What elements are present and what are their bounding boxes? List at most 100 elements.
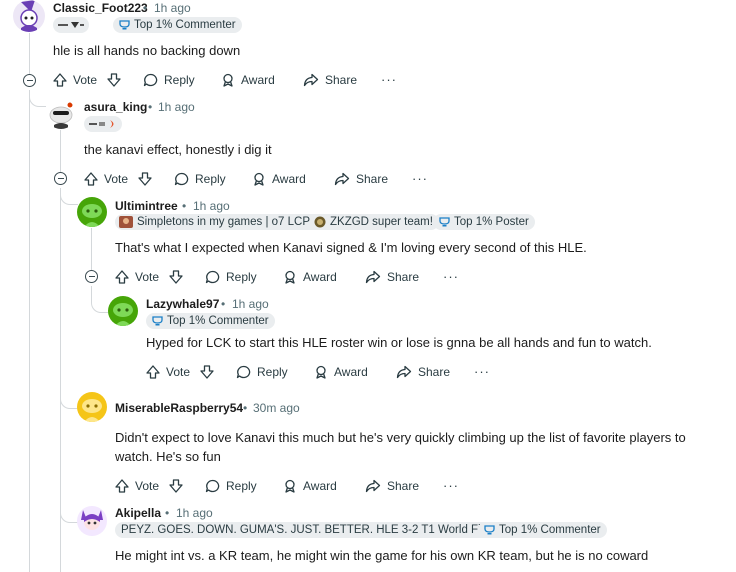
- comment-body: Hyped for LCK to start this HLE roster w…: [146, 335, 652, 350]
- username[interactable]: Lazywhale97: [146, 297, 219, 311]
- username[interactable]: asura_king: [84, 100, 147, 114]
- collapse-thread-button[interactable]: [54, 172, 67, 185]
- award-button[interactable]: Award: [283, 266, 337, 288]
- upvote-icon: [146, 365, 160, 379]
- thread-connector: [60, 300, 78, 409]
- award-icon: [254, 172, 264, 186]
- downvote-button[interactable]: [200, 361, 220, 383]
- reply-button[interactable]: Reply: [205, 475, 257, 497]
- wizard-avatar-icon: [20, 0, 38, 32]
- share-label: Share: [387, 479, 420, 493]
- team-logo-icon: [314, 216, 326, 228]
- thread-connector: [91, 286, 109, 313]
- award-label: Award: [241, 73, 275, 87]
- comment-body: That's what I expected when Kanavi signe…: [115, 240, 587, 255]
- share-button[interactable]: Share: [396, 361, 450, 383]
- flair-text: Simpletons in my games | o7 LCP: [137, 216, 311, 228]
- comment-body: Didn't expect to love Kanavi this much b…: [115, 430, 686, 464]
- separator-dot: •: [182, 199, 187, 213]
- more-options-button[interactable]: ···: [474, 364, 490, 379]
- collapse-thread-button[interactable]: [85, 270, 98, 283]
- award-icon: [285, 270, 295, 284]
- avatar[interactable]: [77, 506, 107, 536]
- upvote-button[interactable]: Vote: [115, 475, 159, 497]
- user-flair: Top 1% Commenter: [146, 313, 275, 329]
- comment-body: hle is all hands no backing down: [53, 43, 241, 58]
- separator-dot: •: [165, 506, 170, 520]
- more-options-button[interactable]: ···: [381, 72, 397, 87]
- anime-avatar-icon: [81, 510, 103, 530]
- champion-portrait-icon: [119, 216, 133, 228]
- downvote-button[interactable]: [138, 168, 158, 190]
- downvote-icon: [169, 479, 183, 493]
- comment-time[interactable]: 1h ago: [193, 199, 230, 213]
- award-button[interactable]: Award: [283, 475, 337, 497]
- upvote-button[interactable]: Vote: [84, 168, 128, 190]
- flair-text: Top 1% Commenter: [167, 315, 269, 327]
- share-button[interactable]: Share: [365, 475, 419, 497]
- thread-line[interactable]: [29, 90, 30, 572]
- downvote-button[interactable]: [169, 475, 189, 497]
- more-options-button[interactable]: ···: [443, 269, 459, 284]
- username[interactable]: Ultimintree: [115, 199, 178, 213]
- upvote-icon: [84, 172, 98, 186]
- share-icon: [396, 365, 412, 379]
- downvote-icon: [200, 365, 214, 379]
- share-label: Share: [356, 172, 389, 186]
- award-label: Award: [303, 270, 337, 284]
- thread-line[interactable]: [29, 33, 30, 75]
- share-button[interactable]: Share: [365, 266, 419, 288]
- share-icon: [334, 172, 350, 186]
- downvote-button[interactable]: [107, 69, 127, 91]
- team-logo-icon: [58, 22, 84, 28]
- avatar[interactable]: [77, 392, 107, 422]
- upvote-button[interactable]: Vote: [115, 266, 159, 288]
- username[interactable]: Classic_Foot223: [53, 1, 148, 15]
- share-button[interactable]: Share: [303, 69, 357, 91]
- thread-line[interactable]: [91, 228, 92, 270]
- thread-line[interactable]: [60, 130, 61, 172]
- reply-button[interactable]: Reply: [205, 266, 257, 288]
- vote-label: Vote: [135, 479, 160, 493]
- share-icon: [365, 270, 381, 284]
- award-button[interactable]: Award: [314, 361, 368, 383]
- username[interactable]: Akipella: [115, 506, 161, 520]
- upvote-button[interactable]: Vote: [53, 69, 97, 91]
- avatar[interactable]: [77, 197, 107, 227]
- comment-time[interactable]: 30m ago: [253, 401, 300, 415]
- avatar[interactable]: [108, 296, 138, 326]
- award-button[interactable]: Award: [221, 69, 275, 91]
- reply-button[interactable]: Reply: [143, 69, 195, 91]
- collapse-thread-button[interactable]: [23, 74, 36, 87]
- reply-label: Reply: [195, 172, 226, 186]
- more-options-button[interactable]: ···: [443, 478, 459, 493]
- user-flair: PEYZ. GOES. DOWN. GUMA'S. JUST. BETTER. …: [115, 522, 508, 538]
- comment-icon: [205, 270, 220, 284]
- username[interactable]: MiserableRaspberry54: [115, 401, 243, 415]
- flair-text: Top 1% Commenter: [134, 19, 236, 31]
- share-button[interactable]: Share: [334, 168, 388, 190]
- downvote-icon: [138, 172, 152, 186]
- comment-icon: [205, 479, 220, 493]
- reply-label: Reply: [226, 479, 257, 493]
- flair-text: Top 1% Commenter: [499, 524, 601, 536]
- avatar[interactable]: [46, 99, 76, 129]
- share-label: Share: [387, 270, 420, 284]
- comment-time[interactable]: 1h ago: [232, 297, 269, 311]
- snoo-avatar-icon: [113, 303, 133, 326]
- downvote-button[interactable]: [169, 266, 189, 288]
- more-options-button[interactable]: ···: [412, 171, 428, 186]
- award-button[interactable]: Award: [252, 168, 306, 190]
- reply-button[interactable]: Reply: [236, 361, 288, 383]
- reply-button[interactable]: Reply: [174, 168, 226, 190]
- share-icon: [303, 73, 319, 87]
- award-icon: [285, 479, 295, 493]
- comment-time[interactable]: 1h ago: [176, 506, 213, 520]
- thread-connector: [29, 90, 46, 107]
- avatar[interactable]: [13, 0, 45, 32]
- upvote-button[interactable]: Vote: [146, 361, 190, 383]
- comment-icon: [143, 73, 158, 87]
- comment-time[interactable]: 1h ago: [154, 1, 191, 15]
- flair-text: PEYZ. GOES. DOWN. GUMA'S. JUST. BETTER. …: [121, 524, 502, 536]
- comment-time[interactable]: 1h ago: [158, 100, 195, 114]
